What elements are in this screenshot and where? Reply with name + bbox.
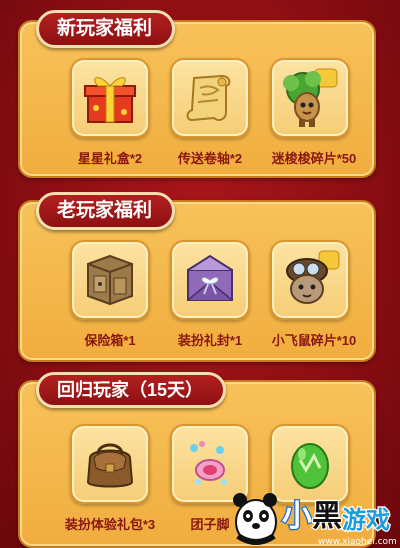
reward-label: 装扮礼封*1: [177, 333, 243, 348]
svg-text:游戏: 游戏: [342, 506, 390, 534]
site-watermark-logo: 小 黑 游戏 www.xiaohei.com: [218, 478, 400, 548]
svg-text:小: 小: [282, 499, 312, 534]
old-player-benefits-title: 老玩家福利: [36, 192, 176, 230]
leather-bag-icon: [80, 434, 140, 494]
scroll-icon: [180, 68, 240, 128]
reward-slot-pilot-mouse[interactable]: [270, 240, 350, 320]
reward-label: 迷梭梭碎片*50: [271, 151, 357, 166]
safe-box-icon: [80, 250, 140, 310]
returning-player-title: 回归玩家（15天）: [36, 372, 227, 408]
reward-label: 星星礼盒*2: [77, 151, 143, 166]
pilot-mouse-fragment-icon: [279, 249, 341, 311]
reward-slot-gift-envelope[interactable]: [170, 240, 250, 320]
svg-text:黑: 黑: [312, 499, 342, 534]
reward-label: 传送卷轴*2: [177, 151, 243, 166]
reward-label: 小飞鼠碎片*10: [271, 333, 357, 348]
reward-slot-gift-box[interactable]: [70, 58, 150, 138]
tree-sprite-fragment-icon: [279, 67, 341, 129]
reward-label: 保险箱*1: [84, 333, 136, 348]
svg-text:www.xiaohei.com: www.xiaohei.com: [318, 537, 397, 547]
reward-label: 装扮体验礼包*3: [64, 517, 156, 532]
reward-slot-leather-bag[interactable]: [70, 424, 150, 504]
gift-box-icon: [80, 68, 140, 128]
reward-slot-tree-sprite[interactable]: [270, 58, 350, 138]
reward-slot-safe-box[interactable]: [70, 240, 150, 320]
new-player-benefits-title: 新玩家福利: [36, 10, 176, 48]
gift-envelope-icon: [180, 250, 240, 310]
reward-slot-scroll[interactable]: [170, 58, 250, 138]
